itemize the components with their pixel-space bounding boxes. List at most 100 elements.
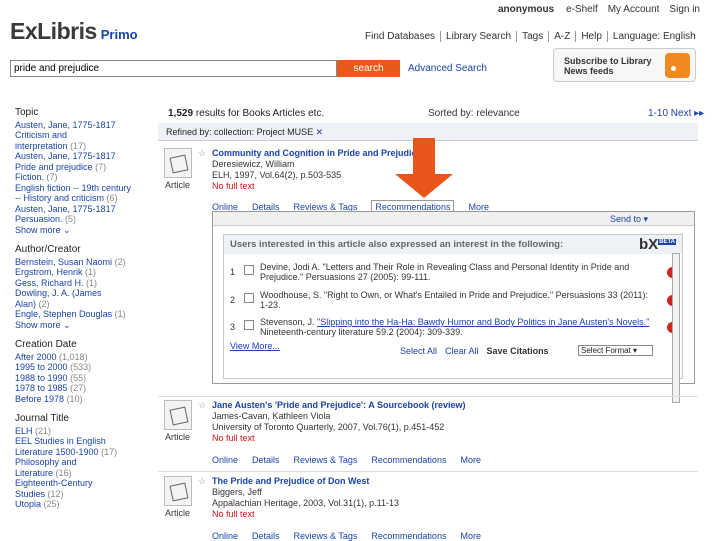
refined-label: Refined by: [166,127,212,137]
record-title[interactable]: The Pride and Prejudice of Don West [212,476,369,486]
account-links: e-Shelf My Account Sign in [566,4,700,15]
facet-item[interactable]: Philosophy and [15,457,145,468]
search-button[interactable]: search [337,60,400,77]
facet-item[interactable]: Gess, Richard H. (1) [15,278,145,289]
facet-item[interactable]: Utopia (25) [15,499,145,510]
facet-item[interactable]: Austen, Jane, 1775-1817 [15,151,145,162]
facet-item[interactable]: Alan) (2) [15,299,145,310]
record-source: Appalachian Heritage, 2003, Vol.31(1), p… [212,498,399,508]
facet-item[interactable]: Dowling, J. A. (James [15,288,145,299]
rss-icon [665,53,690,78]
facet-item[interactable]: -- History and criticism (6) [15,193,145,204]
show-more-topic[interactable]: Show more ⌄ [15,225,145,236]
facet-item[interactable]: ELH (21) [15,426,145,437]
top-bar: anonymous e-Shelf My Account Sign in [0,0,720,16]
facet-group-creation-date: Creation Date After 2000 (1,018) 1995 to… [15,339,145,405]
show-more-author[interactable]: Show more ⌄ [15,320,145,331]
nav-library-search[interactable]: Library Search [440,31,516,42]
recommendation-actions: Select All Clear All Save Citations [400,346,549,356]
facet-item[interactable]: After 2000 (1,018) [15,352,145,363]
eshelf-link[interactable]: e-Shelf [566,4,598,15]
record-divider [158,396,698,397]
facet-item[interactable]: 1978 to 1985 (27) [15,383,145,394]
clear-all-link[interactable]: Clear All [445,346,479,356]
facet-item[interactable]: Literature 1500-1900 (17) [15,447,145,458]
tab-recommendations[interactable]: Recommendations [371,455,446,465]
facet-item[interactable]: Pride and prejudice (7) [15,162,145,173]
article-icon [164,148,192,178]
remove-refinement-icon[interactable]: ✕ [316,127,324,137]
chevron-down-icon: ⌄ [63,319,71,330]
article-icon [164,400,192,430]
sort-selector[interactable]: Sorted by: relevance [428,108,520,119]
view-more[interactable]: View More... [230,341,280,351]
sign-in-link[interactable]: Sign in [669,4,700,15]
facet-item[interactable]: Criticism and [15,130,145,141]
record-title[interactable]: Jane Austen's 'Pride and Prejudice': A S… [212,400,466,410]
select-checkbox[interactable] [244,265,254,275]
record-type: Article [165,180,191,190]
tab-online[interactable]: Online [212,455,238,465]
nav-help[interactable]: Help [575,31,607,42]
select-checkbox[interactable] [244,293,254,303]
facet-item[interactable]: interpretation (17) [15,141,145,152]
advanced-search-link[interactable]: Advanced Search [408,63,487,74]
recommendations-panel: Send to ▾ Users interested in this artic… [212,211,695,403]
nav-a-z[interactable]: A-Z [548,31,575,42]
tab-details[interactable]: Details [252,455,280,465]
main-nav: Find Databases Library Search Tags A-Z H… [360,31,701,42]
facet-item[interactable]: 1988 to 1990 (55) [15,373,145,384]
recommendations-heading: Users interested in this article also ex… [224,235,682,254]
exlibris-logo[interactable]: ExLibris Primo [10,18,138,45]
facet-title: Creation Date [15,339,77,350]
select-checkbox[interactable] [244,320,254,330]
facet-item[interactable]: Studies (12) [15,489,145,500]
nav-find-databases[interactable]: Find Databases [360,31,440,42]
record-author: Deresiewicz, William [212,159,295,169]
facet-item[interactable]: Engle, Stephen Douglas (1) [15,309,145,320]
facet-item[interactable]: Fiction. (7) [15,172,145,183]
facet-group-author: Author/Creator Bernstein, Susan Naomi (2… [15,244,145,331]
facet-item[interactable]: Persuasion. (5) [15,214,145,225]
facet-item[interactable]: EEL Studies in English [15,436,145,447]
record-author: Biggers, Jeff [212,487,262,497]
facet-item[interactable]: Austen, Jane, 1775-1817 [15,120,145,131]
star-icon[interactable]: ☆ [198,400,206,411]
pager-next[interactable]: 1-10 Next ▸▸ [648,108,704,119]
availability-status: No full text [212,433,255,443]
record-tabs: Online Details Reviews & Tags Recommenda… [212,455,481,465]
star-icon[interactable]: ☆ [198,148,206,159]
availability-status: No full text [212,509,255,519]
star-icon[interactable]: ☆ [198,476,206,487]
facet-item[interactable]: Before 1978 (10) [15,394,145,405]
record-source: ELH, 1997, Vol.64(2), p.503-535 [212,170,342,180]
record-source: University of Toronto Quarterly, 2007, V… [212,422,445,432]
tab-reviews-tags[interactable]: Reviews & Tags [294,455,358,465]
facet-item[interactable]: 1995 to 2000 (533) [15,362,145,373]
send-to-menu[interactable]: Send to ▾ [610,214,648,225]
scrollbar[interactable] [672,253,680,403]
article-icon [164,476,192,506]
record-title[interactable]: Community and Cognition in Pride and Pre… [212,148,422,158]
facet-item[interactable]: English fiction -- 19th century [15,183,145,194]
nav-language[interactable]: Language: English [606,31,701,42]
facet-item[interactable]: Literature (16) [15,468,145,479]
tab-more[interactable]: More [460,455,481,465]
facet-item[interactable]: Ergstrom, Henrik (1) [15,267,145,278]
citation-format-select[interactable]: Select Format ▾ [578,345,653,356]
callout-arrow-icon [395,138,453,198]
select-all-link[interactable]: Select All [400,346,437,356]
search-input[interactable] [10,60,337,77]
chevron-down-icon: ⌄ [63,224,71,235]
subscribe-news-feeds[interactable]: Subscribe to Library News feeds [553,48,696,82]
facet-item[interactable]: Austen, Jane, 1775-1817 [15,204,145,215]
facet-item[interactable]: Eighteenth-Century [15,478,145,489]
nav-tags[interactable]: Tags [516,31,548,42]
username: anonymous [498,4,555,15]
recommendation-link[interactable]: "Slipping into the Ha-Ha: Bawdy Humor an… [317,317,649,327]
send-to-bar: Send to ▾ [213,212,694,226]
facet-item[interactable]: Bernstein, Susan Naomi (2) [15,257,145,268]
record-author: James-Cavan, Kathleen Viola [212,411,331,421]
result-count: 1,529 results for Books Articles etc. [168,108,325,119]
my-account-link[interactable]: My Account [608,4,660,15]
